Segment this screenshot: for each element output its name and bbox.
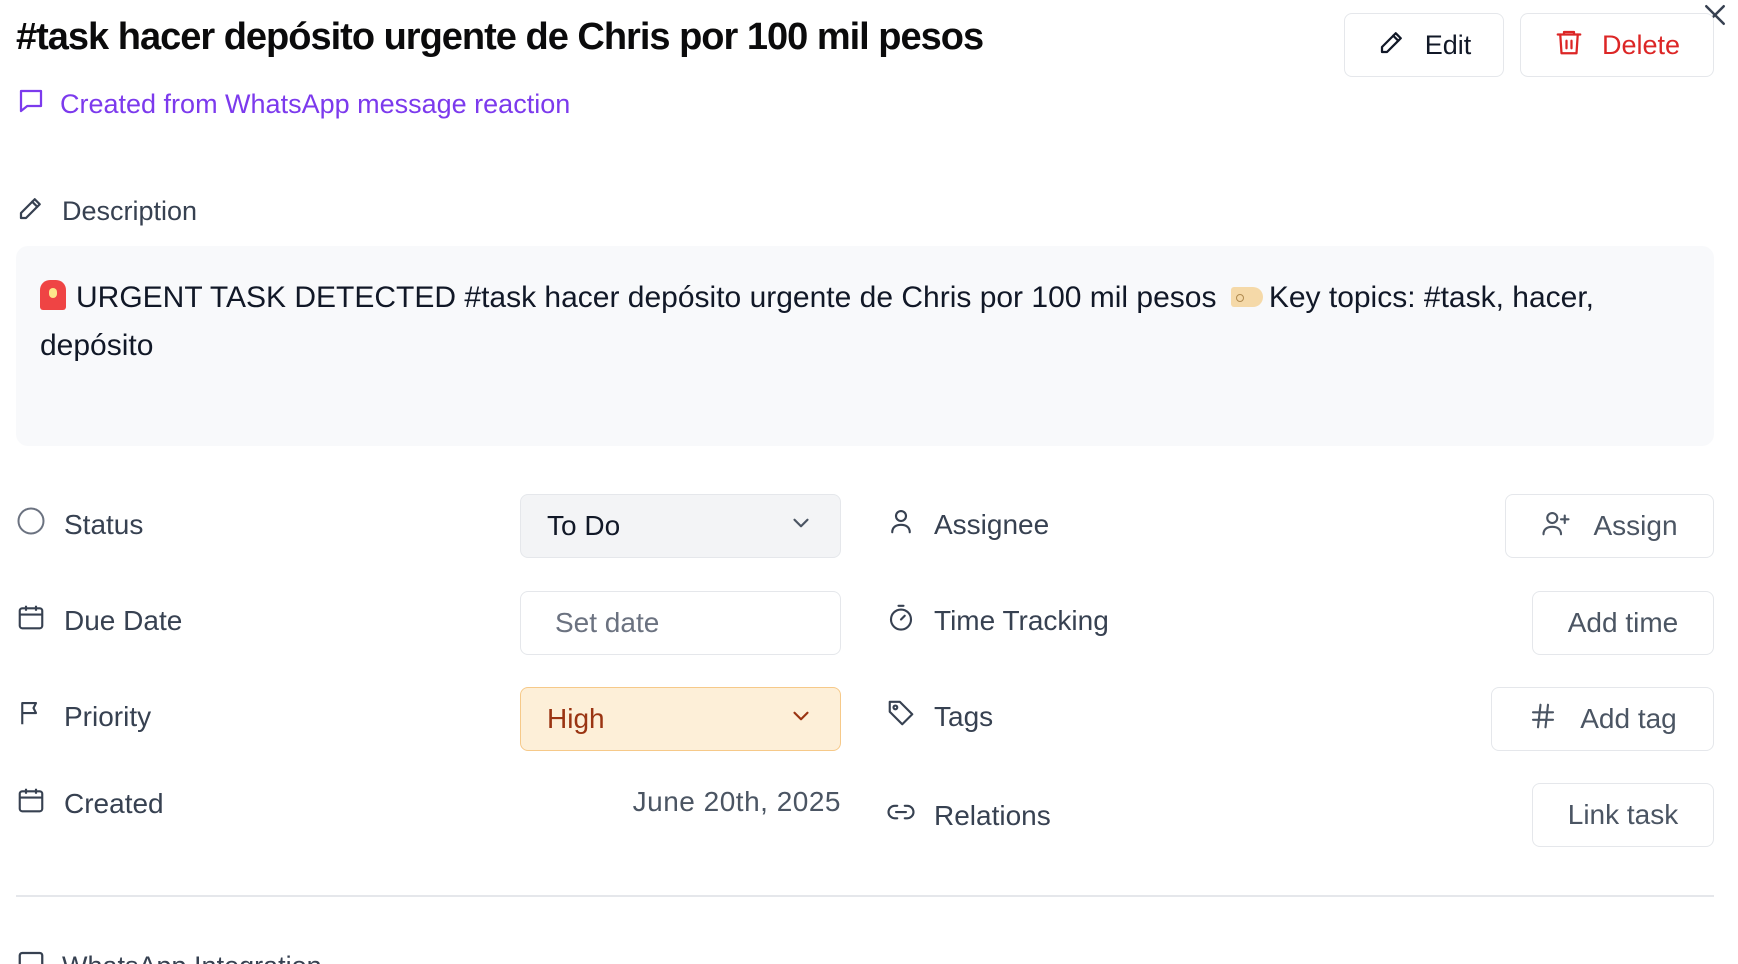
created-label: Created: [16, 785, 164, 822]
link-icon: [886, 797, 916, 834]
delete-button[interactable]: Delete: [1520, 13, 1714, 77]
link-task-button[interactable]: Link task: [1532, 783, 1714, 847]
due-date-label-text: Due Date: [64, 604, 183, 636]
assignee-label-text: Assignee: [934, 508, 1050, 540]
user-icon: [886, 506, 916, 543]
time-tracking-label-text: Time Tracking: [934, 604, 1109, 636]
user-plus-icon: [1541, 508, 1571, 545]
due-date-label: Due Date: [16, 602, 182, 639]
whatsapp-section-label: WhatsApp Integration: [62, 951, 322, 964]
pencil-icon: [16, 193, 46, 230]
priority-value: High: [547, 703, 605, 734]
hash-icon: [1528, 701, 1558, 738]
source-link-text: Created from WhatsApp message reaction: [60, 89, 571, 119]
assign-button[interactable]: Assign: [1505, 494, 1714, 558]
assign-button-label: Assign: [1593, 510, 1678, 541]
timer-icon: [886, 602, 916, 639]
whatsapp-section-heading[interactable]: WhatsApp Integration: [16, 948, 322, 964]
created-label-text: Created: [64, 787, 164, 819]
priority-select[interactable]: High: [520, 687, 841, 751]
assignee-label: Assignee: [886, 506, 1049, 543]
tags-label-text: Tags: [934, 700, 994, 732]
description-box[interactable]: URGENT TASK DETECTED #task hacer depósit…: [16, 246, 1714, 446]
message-square-icon: [16, 948, 46, 964]
status-select[interactable]: To Do: [520, 494, 841, 558]
add-tag-button[interactable]: Add tag: [1491, 687, 1714, 751]
tag-emoji-icon: [1230, 287, 1263, 307]
edit-button-label: Edit: [1424, 29, 1472, 60]
tag-icon: [886, 698, 916, 735]
due-date-input[interactable]: [520, 591, 841, 655]
add-tag-button-label: Add tag: [1580, 703, 1677, 734]
created-date: June 20th, 2025: [632, 786, 841, 817]
status-value: To Do: [547, 510, 621, 541]
link-task-button-label: Link task: [1567, 799, 1679, 830]
flag-icon: [16, 698, 46, 735]
priority-label-text: Priority: [64, 700, 152, 732]
chevron-down-icon: [788, 703, 814, 736]
page-title: #task hacer depósito urgente de Chris po…: [16, 16, 984, 58]
pencil-icon: [1377, 27, 1407, 64]
tags-label: Tags: [886, 698, 993, 735]
siren-emoji-icon: [40, 280, 66, 310]
description-text-part1: URGENT TASK DETECTED #task hacer depósit…: [76, 281, 1217, 314]
description-heading: Description: [16, 193, 197, 230]
add-time-button-label: Add time: [1567, 607, 1679, 638]
add-time-button[interactable]: Add time: [1532, 591, 1714, 655]
calendar-icon: [16, 602, 46, 639]
chevron-down-icon: [788, 510, 814, 543]
relations-label: Relations: [886, 797, 1051, 834]
edit-button[interactable]: Edit: [1344, 13, 1504, 77]
calendar-icon: [16, 785, 46, 822]
source-link[interactable]: Created from WhatsApp message reaction: [16, 86, 570, 123]
priority-label: Priority: [16, 698, 151, 735]
status-label-text: Status: [64, 508, 144, 540]
time-tracking-label: Time Tracking: [886, 602, 1109, 639]
relations-label-text: Relations: [934, 799, 1051, 831]
status-label: Status: [16, 506, 143, 543]
circle-icon: [16, 506, 46, 543]
delete-button-label: Delete: [1601, 29, 1681, 60]
section-divider: [16, 895, 1714, 897]
message-icon: [16, 86, 46, 123]
trash-icon: [1554, 27, 1584, 64]
description-label: Description: [62, 196, 198, 226]
